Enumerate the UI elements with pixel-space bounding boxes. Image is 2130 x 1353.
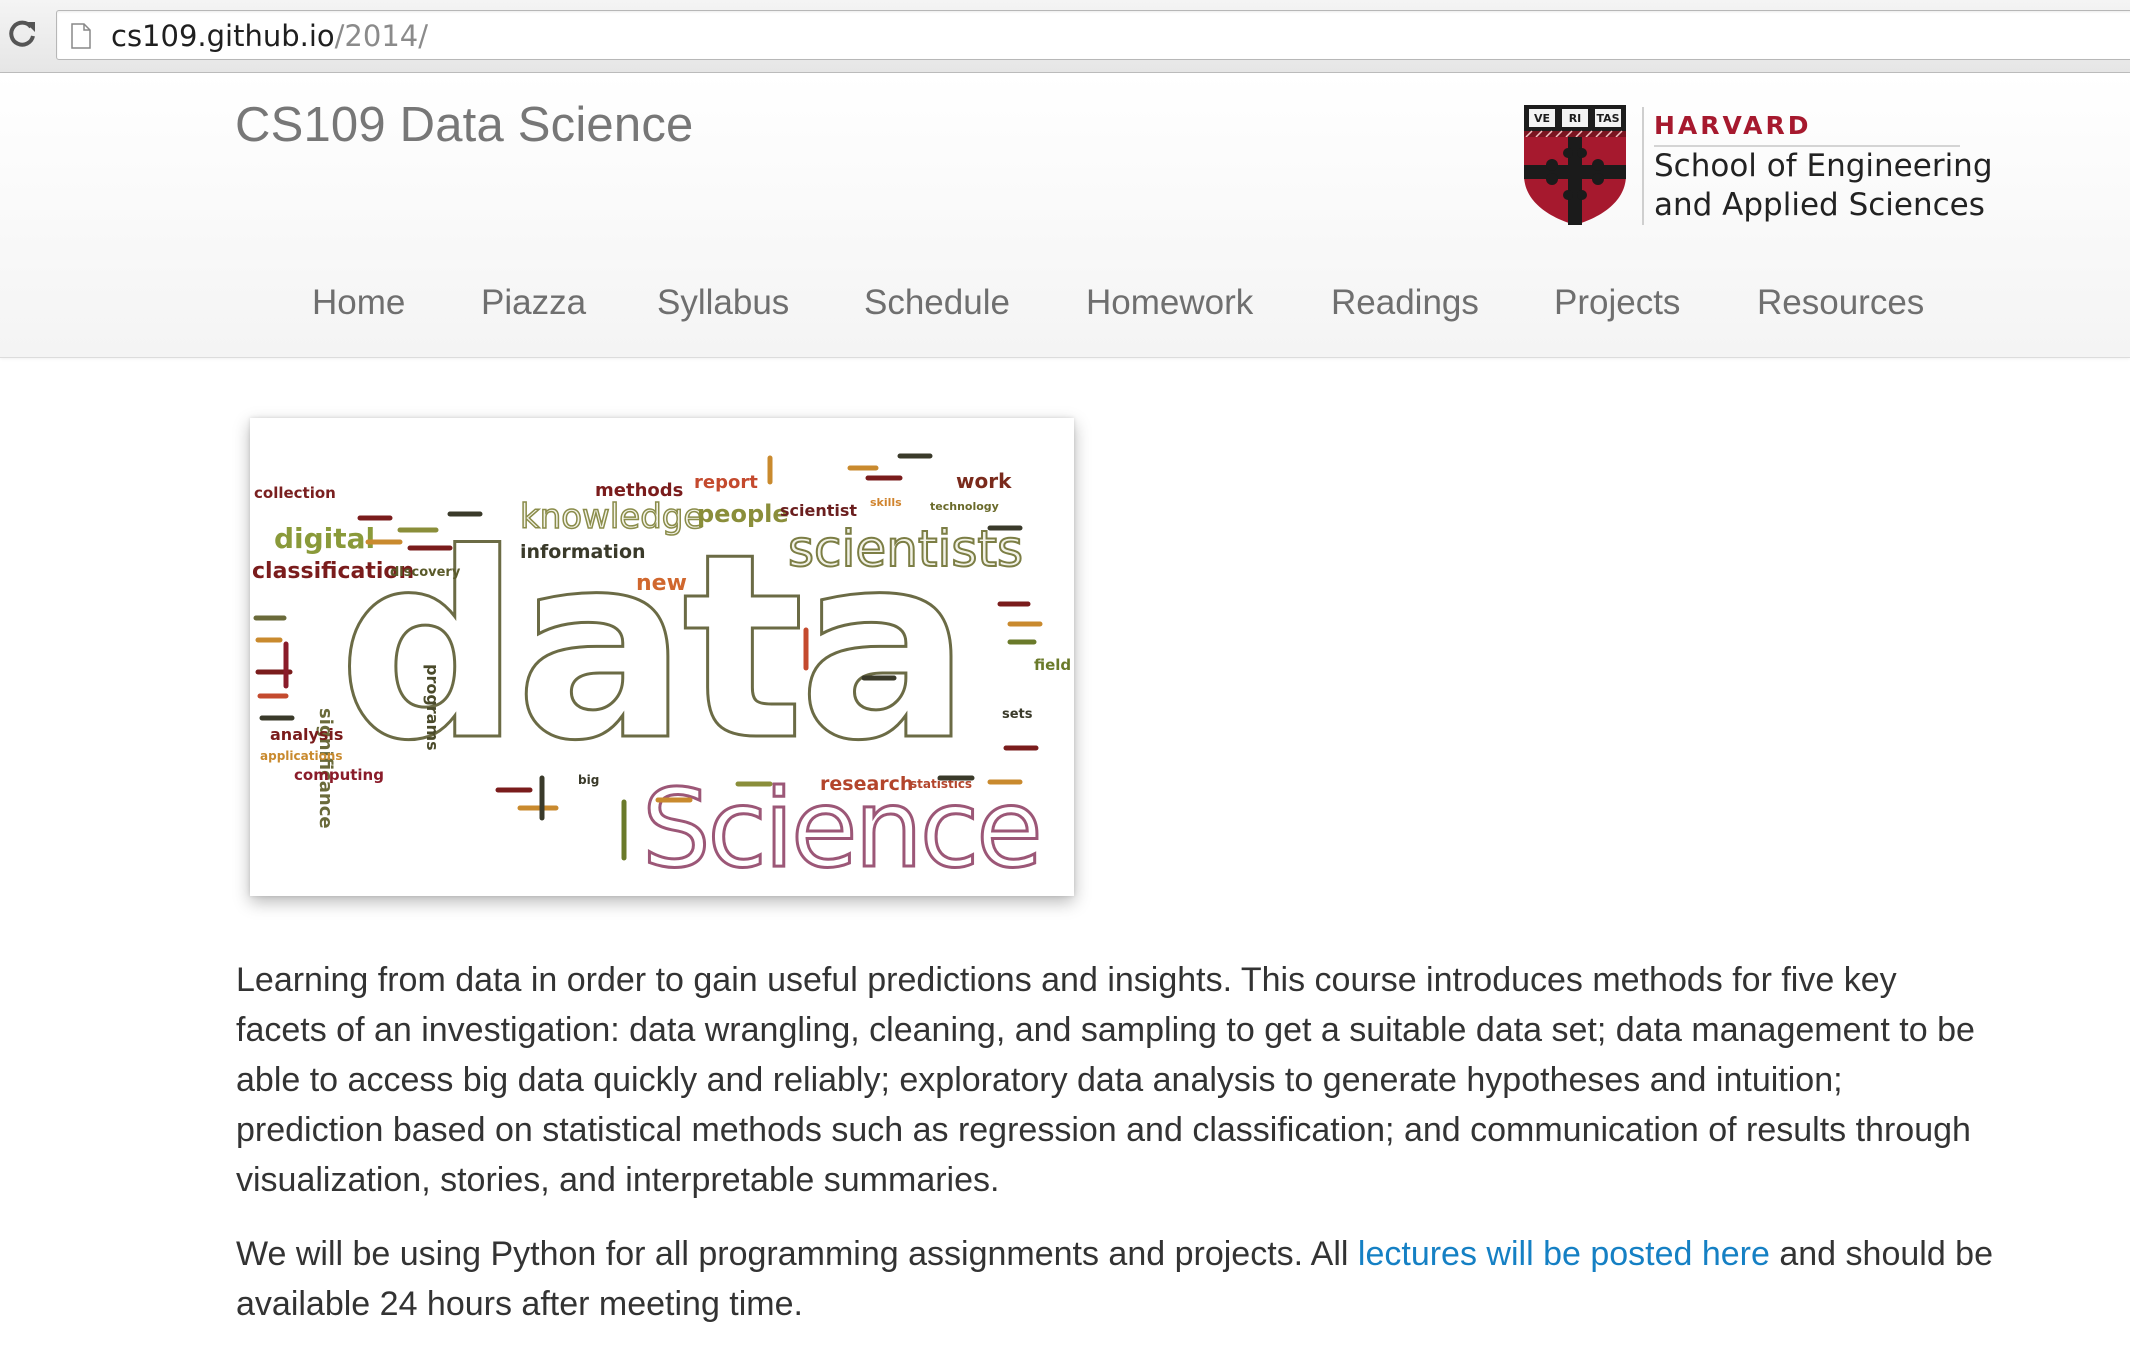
word-cloud-word: information <box>520 541 646 563</box>
course-description: Learning from data in order to gain usef… <box>236 955 1996 1353</box>
browser-toolbar: cs109.github.io/2014/ <box>0 0 2130 73</box>
word-cloud-word: report <box>694 472 758 493</box>
nav-item-schedule[interactable]: Schedule <box>864 283 1010 323</box>
word-cloud-word: field <box>1034 656 1071 674</box>
page-icon <box>71 23 91 49</box>
url-host: cs109.github.io <box>111 19 335 53</box>
logo-divider <box>1642 107 1644 225</box>
word-cloud-word: computing <box>294 766 384 784</box>
word-cloud-word: people <box>697 500 789 528</box>
nav-item-resources[interactable]: Resources <box>1757 283 1924 323</box>
harvard-seas-logo[interactable]: VE RI TAS HARVARD School of Engineering … <box>1522 103 1993 231</box>
site-header: CS109 Data Science VE RI TAS HARVARD Sch… <box>0 73 2130 358</box>
word-cloud-word: sets <box>1002 707 1033 722</box>
word-cloud-word: applications <box>260 749 343 763</box>
word-cloud-word: skills <box>870 496 902 509</box>
main-nav: Home Piazza Syllabus Schedule Homework R… <box>0 283 2130 343</box>
logo-school-line-1: School of Engineering <box>1654 148 1993 184</box>
word-cloud-word: programs <box>423 664 442 751</box>
nav-item-home[interactable]: Home <box>312 283 405 323</box>
word-cloud-word: new <box>636 571 687 596</box>
word-cloud-graphic: data Science scientists knowledge collec… <box>252 453 1071 894</box>
nav-item-homework[interactable]: Homework <box>1086 283 1253 323</box>
shield-motto-tas: TAS <box>1596 112 1619 125</box>
python-note-text: We will be using Python for all programm… <box>236 1235 1358 1273</box>
course-description-paragraph-1: Learning from data in order to gain usef… <box>236 961 1975 1199</box>
logo-school-name: School of Engineering and Applied Scienc… <box>1654 147 1993 225</box>
word-cloud-word: work <box>956 469 1012 493</box>
url-text[interactable]: cs109.github.io/2014/ <box>111 21 428 51</box>
nav-item-projects[interactable]: Projects <box>1554 283 1680 323</box>
shield-motto-ve: VE <box>1534 112 1550 125</box>
harvard-shield-icon: VE RI TAS <box>1524 105 1626 225</box>
word-cloud-word: analysis <box>270 725 343 744</box>
course-description-paragraph-2: We will be using Python for all programm… <box>236 1229 1996 1329</box>
word-cloud-knowledge: knowledge <box>520 497 704 537</box>
nav-item-syllabus[interactable]: Syllabus <box>657 283 789 323</box>
word-cloud-word: technology <box>930 500 999 513</box>
word-cloud-word: collection <box>254 484 336 502</box>
nav-item-piazza[interactable]: Piazza <box>481 283 586 323</box>
address-bar[interactable]: cs109.github.io/2014/ <box>56 10 2130 60</box>
word-cloud-word: discovery <box>390 565 461 580</box>
reload-icon[interactable] <box>6 16 38 52</box>
word-cloud-word: scientist <box>780 501 857 520</box>
word-cloud-word: research <box>820 773 913 795</box>
site-title[interactable]: CS109 Data Science <box>235 97 693 153</box>
word-cloud-word: digital <box>274 522 375 555</box>
nav-item-readings[interactable]: Readings <box>1331 283 1479 323</box>
word-cloud-word: big <box>578 773 599 787</box>
shield-motto-ri: RI <box>1569 112 1582 125</box>
word-cloud-word: methods <box>595 480 683 501</box>
url-path: /2014/ <box>334 19 428 53</box>
logo-harvard-wordmark: HARVARD <box>1654 111 1812 140</box>
data-science-word-cloud-image: data Science scientists knowledge collec… <box>250 418 1074 896</box>
logo-school-line-2: and Applied Sciences <box>1654 187 1985 223</box>
lectures-link[interactable]: lectures will be posted here <box>1358 1235 1770 1273</box>
